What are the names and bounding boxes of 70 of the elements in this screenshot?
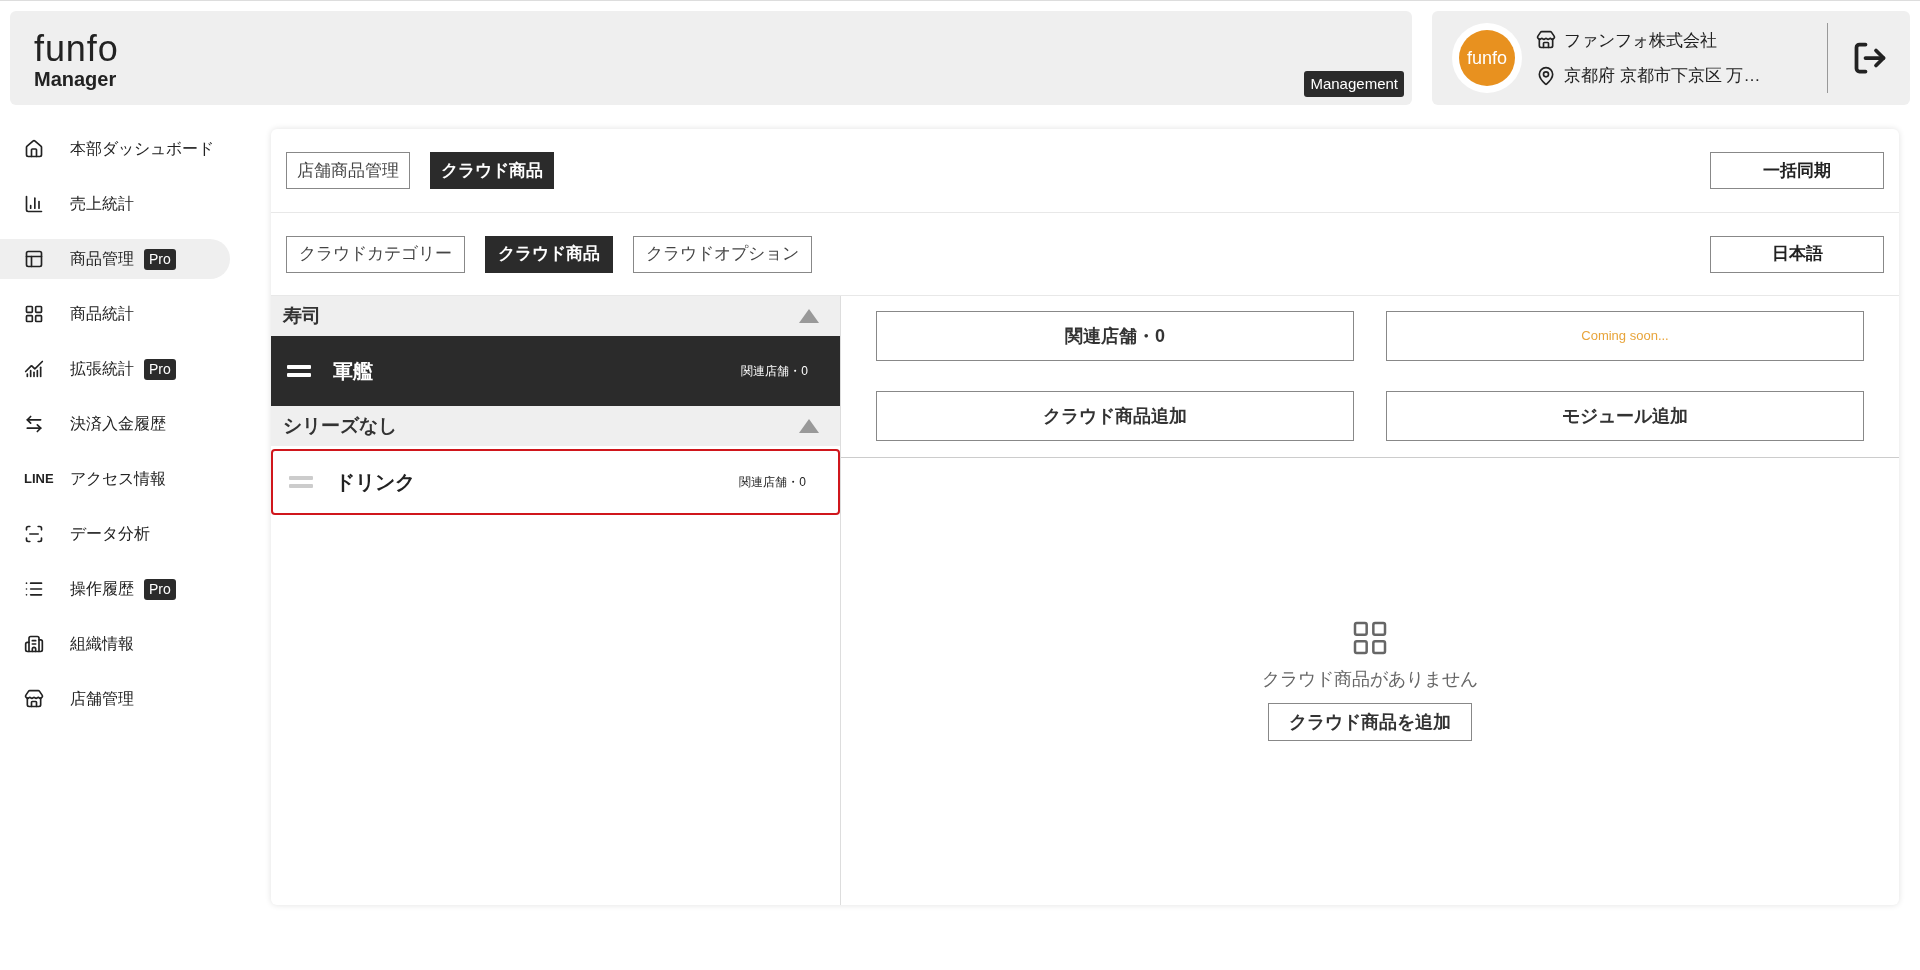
company-name: ファンフォ株式会社 (1564, 29, 1717, 52)
sidebar-item[interactable]: 商品統計 (0, 294, 230, 334)
sidebar-item[interactable]: 売上統計 (0, 184, 230, 224)
sidebar-item[interactable]: データ分析 (0, 514, 230, 554)
group-title: シリーズなし (283, 413, 397, 438)
transfer-icon (24, 414, 44, 434)
drag-handle-icon[interactable] (287, 365, 311, 377)
category-name: 軍艦 (333, 359, 373, 384)
list-icon (24, 579, 44, 599)
group-header[interactable]: シリーズなし (271, 406, 840, 446)
store-icon (24, 689, 44, 709)
category-name: ドリンク (335, 470, 415, 495)
sidebar-label: 店舗管理 (70, 689, 134, 709)
action-button[interactable]: クラウド商品追加 (876, 391, 1354, 441)
sidebar-item[interactable]: 本部ダッシュボード (0, 129, 230, 169)
avatar: funfo (1459, 30, 1515, 86)
sidebar-item[interactable]: 店舗管理 (0, 679, 230, 719)
category-row[interactable]: ドリンク 関連店舗・0 (271, 449, 840, 515)
sidebar-item[interactable]: 拡張統計 Pro (0, 349, 230, 389)
bar-chart-icon (24, 194, 44, 214)
line-logo: LINE (24, 470, 54, 489)
pro-badge: Pro (144, 578, 176, 600)
store-count: 関連店舗・0 (741, 363, 808, 380)
tab[interactable]: 店舗商品管理 (286, 152, 410, 189)
home-icon (24, 139, 44, 159)
tab[interactable]: クラウドオプション (633, 235, 812, 273)
grid-icon (24, 304, 44, 324)
location-icon (1536, 65, 1556, 86)
tab[interactable]: クラウドカテゴリー (286, 235, 465, 273)
group-title: 寿司 (283, 303, 321, 328)
scan-icon (24, 524, 44, 544)
logo-text: funfo (34, 31, 119, 67)
sidebar-label: 拡張統計 (70, 359, 134, 379)
layout-icon (24, 249, 44, 269)
drag-handle-icon[interactable] (289, 476, 313, 488)
group-header[interactable]: 寿司 (271, 296, 840, 336)
sidebar-label: データ分析 (70, 524, 150, 544)
sidebar-label: 商品統計 (70, 304, 134, 324)
category-row[interactable]: 軍艦 関連店舗・0 (271, 336, 840, 406)
sidebar-label: 本部ダッシュボード (70, 139, 214, 159)
sidebar-label: 商品管理 (70, 249, 134, 269)
sidebar-label: 決済入金履歴 (70, 414, 166, 434)
sync-button[interactable]: 一括同期 (1710, 152, 1884, 189)
sidebar-item[interactable]: 操作履歴 Pro (0, 569, 230, 609)
collapse-icon[interactable] (798, 308, 820, 324)
chart-icon (24, 359, 44, 379)
language-button[interactable]: 日本語 (1710, 235, 1884, 273)
sidebar-label: 組織情報 (70, 634, 134, 654)
add-product-button[interactable]: クラウド商品を追加 (1268, 703, 1472, 741)
tab[interactable]: クラウド商品 (430, 152, 554, 189)
sidebar-item[interactable]: LINE アクセス情報 (0, 459, 230, 499)
pro-badge: Pro (144, 248, 176, 270)
address: 京都府 京都市下京区 万… (1564, 65, 1761, 87)
store-count: 関連店舗・0 (739, 474, 806, 491)
collapse-icon[interactable] (798, 418, 820, 434)
logo-subtitle: Manager (34, 67, 118, 91)
sidebar-item[interactable]: 商品管理 Pro (0, 239, 230, 279)
empty-message: クラウド商品がありません (1262, 668, 1478, 691)
sidebar-item[interactable]: 組織情報 (0, 624, 230, 664)
store-icon (1536, 30, 1556, 51)
sidebar-item[interactable]: 決済入金履歴 (0, 404, 230, 444)
tab[interactable]: クラウド商品 (485, 235, 613, 273)
action-button[interactable]: 関連店舗・0 (876, 311, 1354, 361)
sidebar-label: 操作履歴 (70, 579, 134, 599)
action-button[interactable]: モジュール追加 (1386, 391, 1864, 441)
mode-badge: Management (1304, 70, 1404, 97)
pro-badge: Pro (144, 358, 176, 380)
sidebar-label: アクセス情報 (70, 469, 166, 489)
sidebar-label: 売上統計 (70, 194, 134, 214)
building-icon (24, 634, 44, 654)
